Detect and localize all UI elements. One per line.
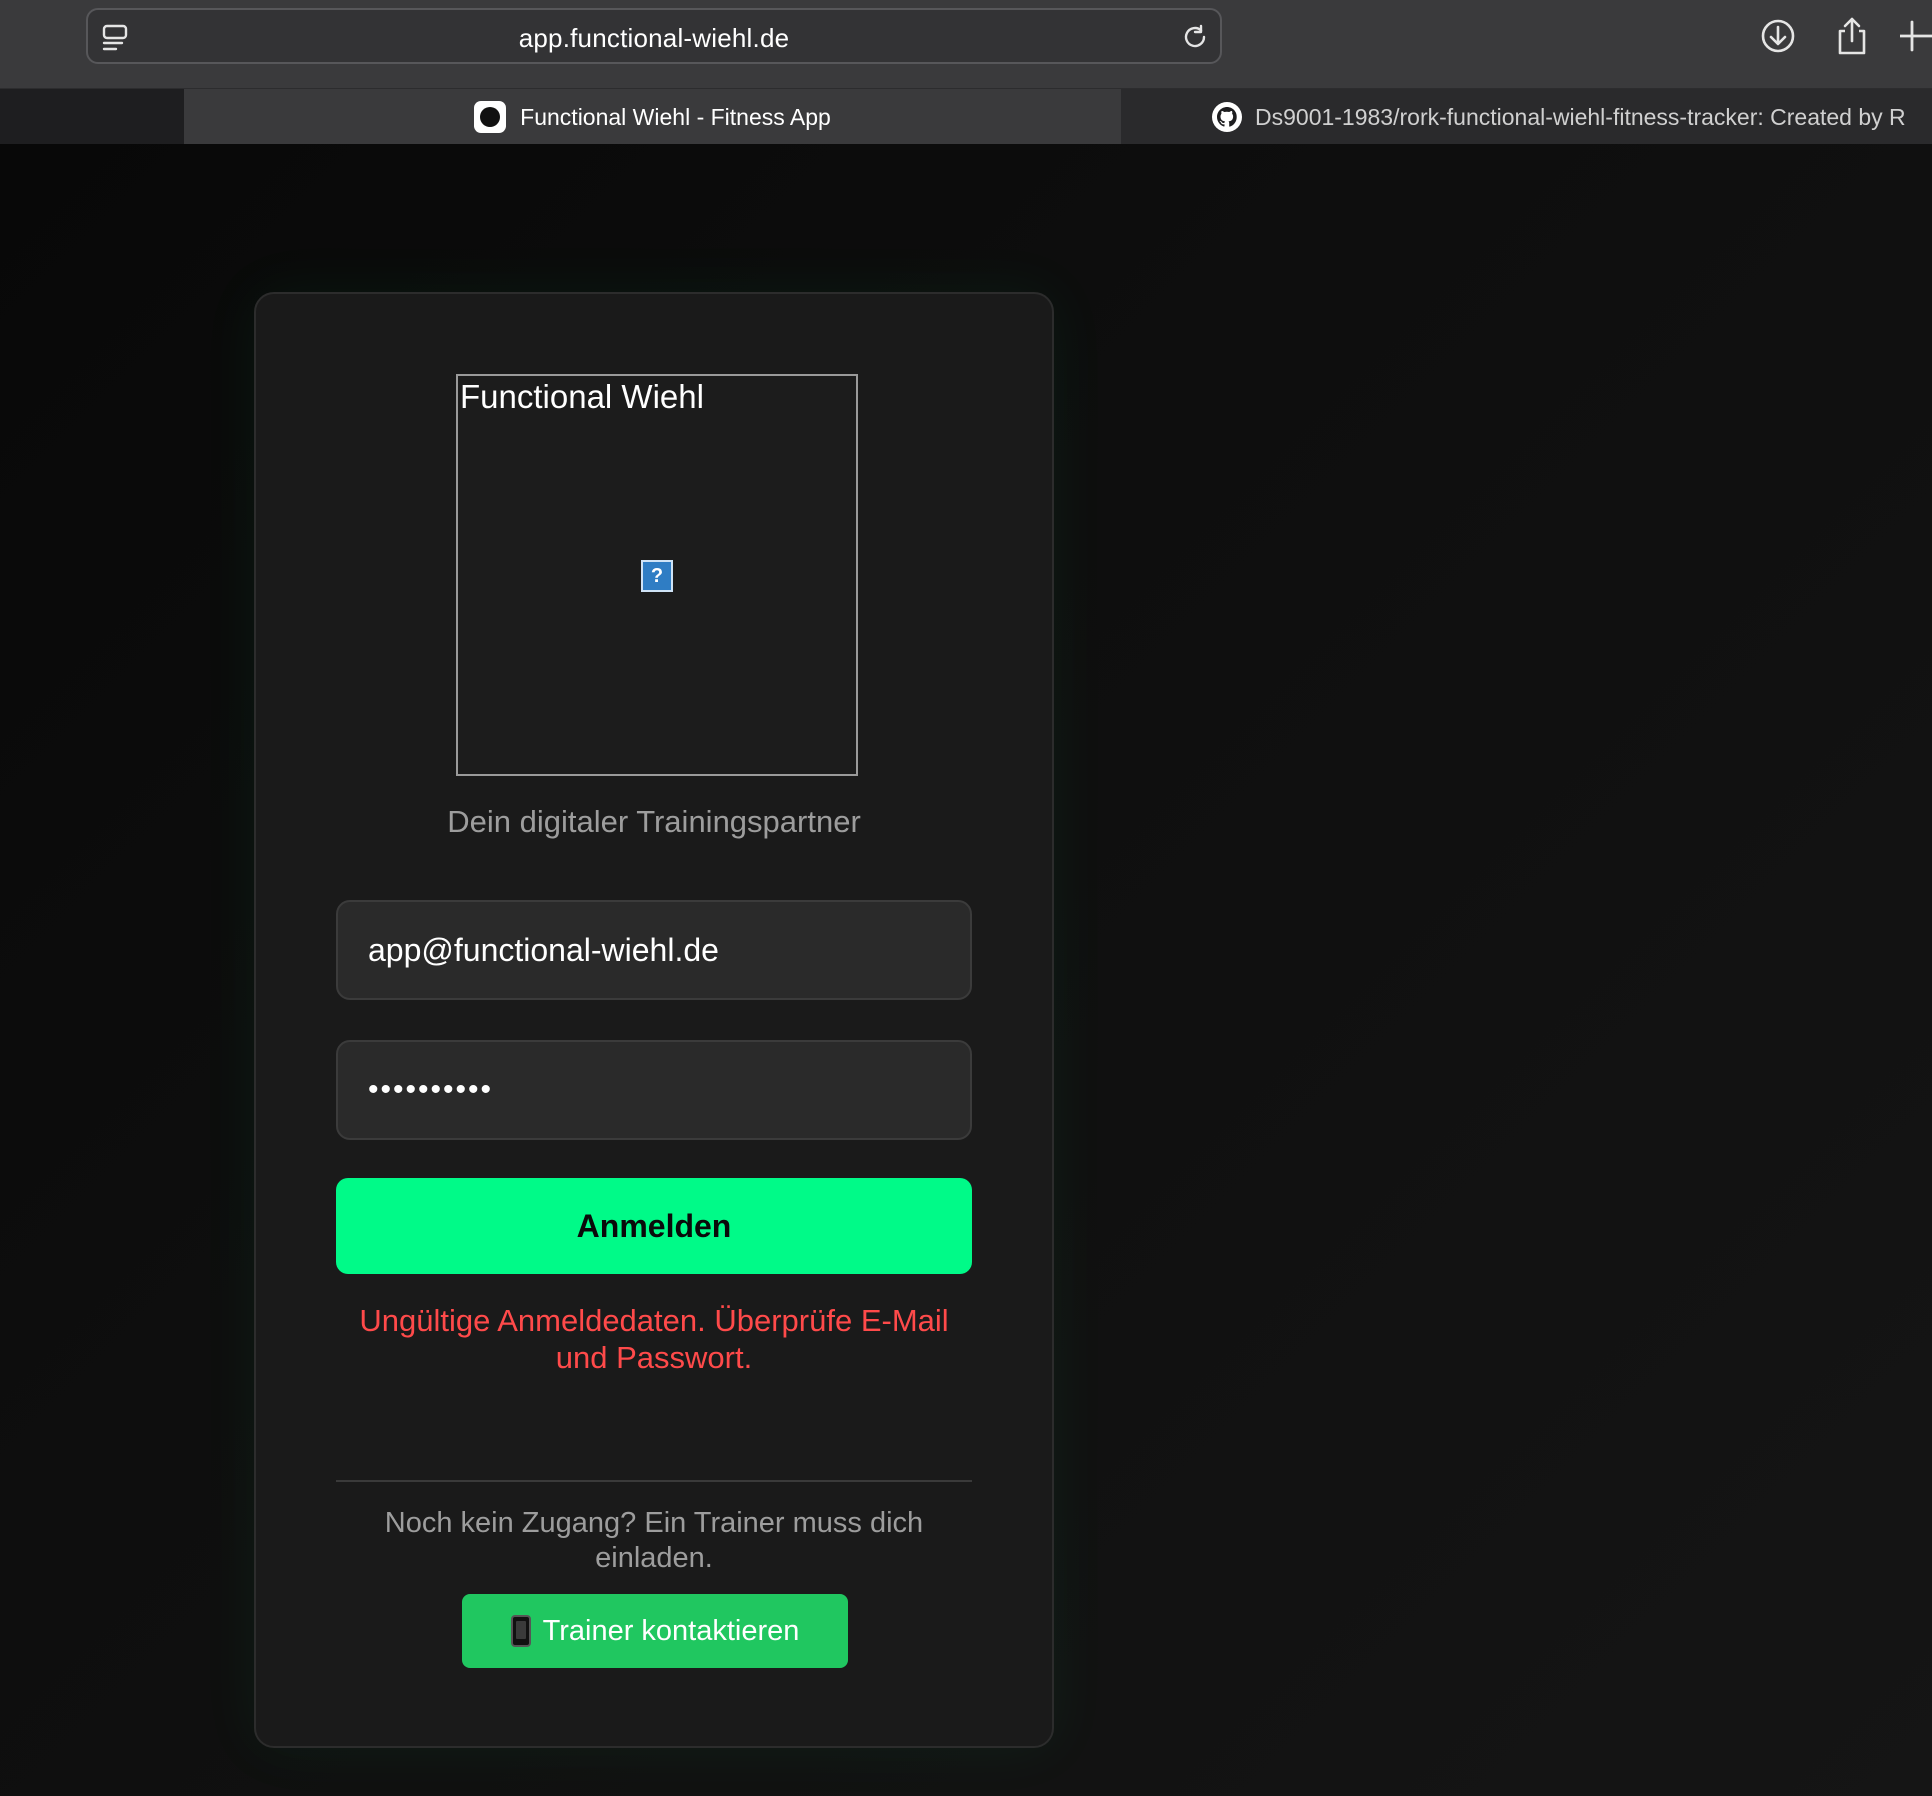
tab-title: Ds9001-1983/rork-functional-wiehl-fitnes… — [1255, 103, 1906, 130]
tab-bar: Functional Wiehl - Fitness App Ds9001-19… — [0, 88, 1932, 145]
url-text[interactable]: app.functional-wiehl.de — [88, 10, 1220, 66]
page-content: Functional Wiehl ? Dein digitaler Traini… — [0, 144, 1932, 1796]
github-icon — [1212, 102, 1242, 132]
tagline: Dein digitaler Trainingspartner — [447, 804, 861, 839]
download-icon[interactable] — [1756, 14, 1800, 58]
page: app.functional-wiehl.de Functional Wiehl… — [0, 0, 1932, 1796]
address-bar[interactable]: app.functional-wiehl.de — [86, 8, 1222, 64]
invite-text: Noch kein Zugang? Ein Trainer muss dich … — [384, 1507, 924, 1574]
login-button[interactable]: Anmelden — [336, 1178, 972, 1274]
phone-icon — [510, 1615, 531, 1647]
email-field[interactable]: app@functional-wiehl.de — [336, 900, 972, 1000]
login-card: Functional Wiehl ? Dein digitaler Traini… — [254, 292, 1054, 1748]
new-tab-icon[interactable] — [1900, 14, 1932, 58]
divider — [336, 1480, 972, 1482]
browser-toolbar: app.functional-wiehl.de — [0, 0, 1932, 88]
tab-title: Functional Wiehl - Fitness App — [520, 103, 831, 130]
tab-github[interactable]: Ds9001-1983/rork-functional-wiehl-fitnes… — [1121, 89, 1932, 145]
reload-icon[interactable] — [1178, 20, 1212, 54]
error-message: Ungültige Anmeldedaten. Überprüfe E-Mail… — [359, 1303, 949, 1375]
contact-trainer-button[interactable]: Trainer kontaktieren — [462, 1594, 848, 1668]
contact-trainer-label: Trainer kontaktieren — [542, 1614, 800, 1647]
password-field[interactable]: •••••••••• — [336, 1040, 972, 1140]
logo-image: Functional Wiehl ? — [456, 374, 858, 776]
tab-functional-wiehl[interactable]: Functional Wiehl - Fitness App — [184, 89, 1121, 145]
broken-image-icon: ? — [641, 560, 673, 592]
logo-alt-text: Functional Wiehl — [460, 378, 704, 415]
share-icon[interactable] — [1830, 14, 1874, 58]
sidebar-icon[interactable] — [98, 20, 132, 56]
app-favicon-icon — [474, 101, 507, 133]
